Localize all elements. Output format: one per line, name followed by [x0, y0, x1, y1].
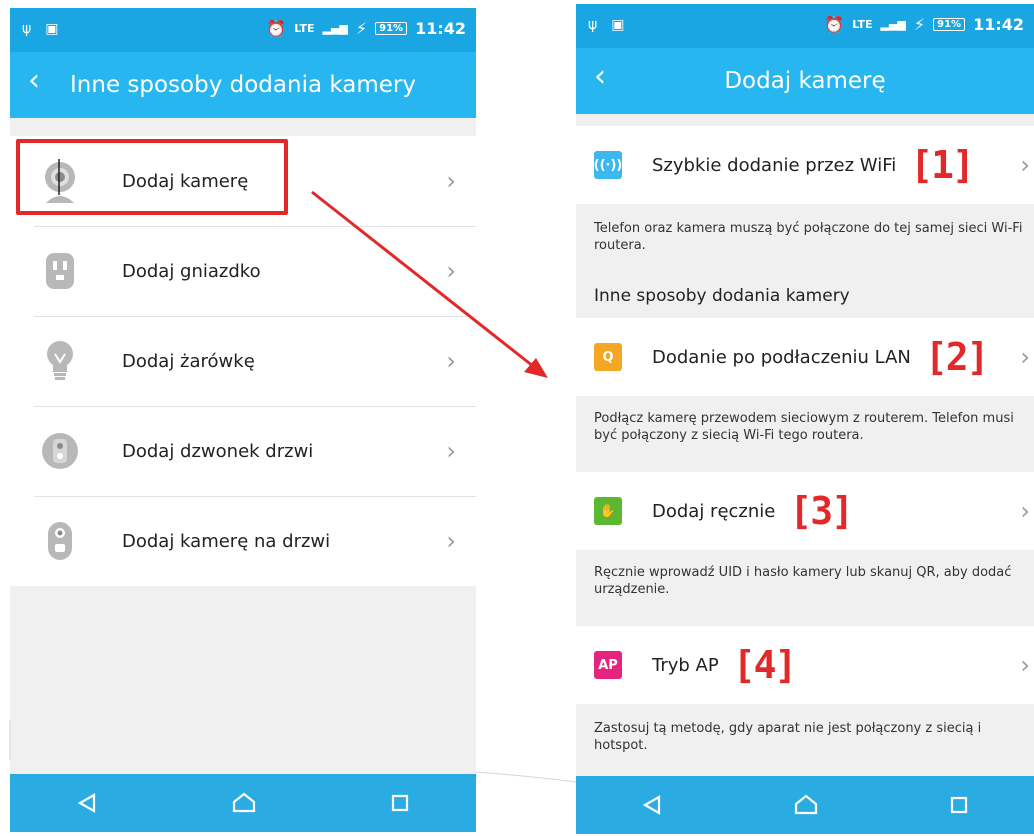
screenshot-stage: ψ ▣ ⏰ LTE ▂▄▆ ⚡ 91% 11:42 ‹ Inne sposoby …: [0, 0, 1034, 836]
red-arrow: [311, 190, 548, 378]
